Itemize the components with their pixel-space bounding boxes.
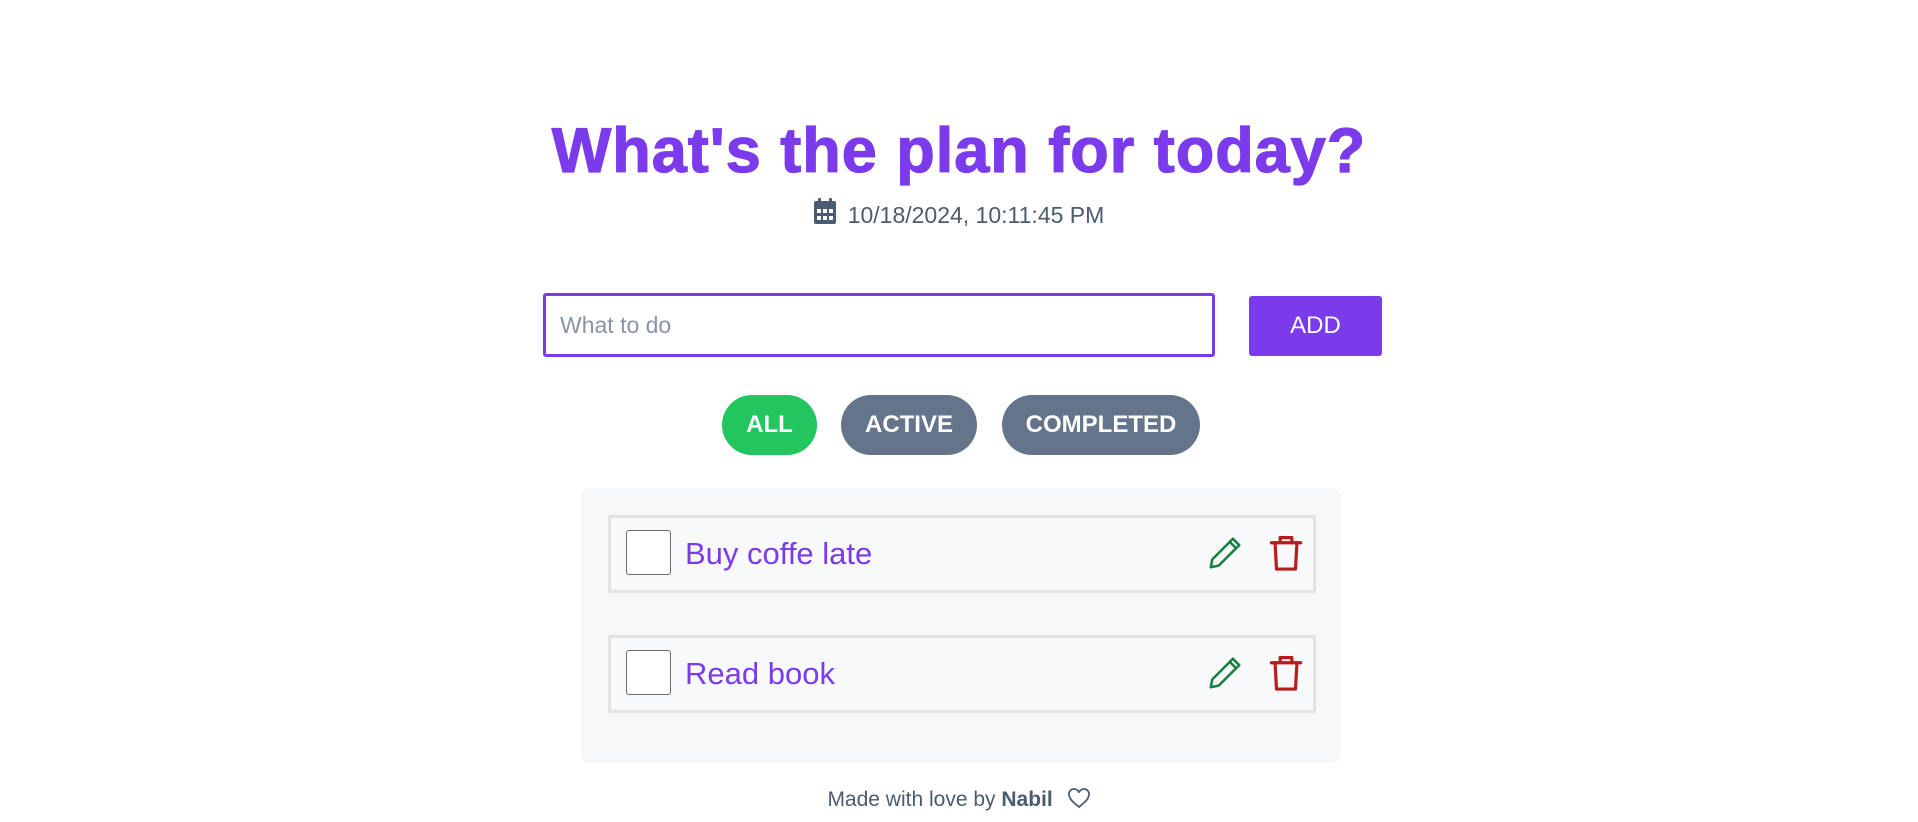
trash-icon[interactable] xyxy=(1268,654,1304,692)
filter-active-button[interactable]: ACTIVE xyxy=(841,395,977,455)
todo-list: Buy coffe late Read book xyxy=(583,490,1339,761)
page-title: What's the plan for today? xyxy=(551,115,1367,186)
footer-author: Nabil xyxy=(1001,788,1053,811)
filter-all-button[interactable]: ALL xyxy=(722,395,817,455)
footer: Made with love by Nabil xyxy=(0,787,1918,813)
todo-checkbox[interactable] xyxy=(626,530,671,575)
todo-item: Read book xyxy=(608,635,1316,713)
todo-checkbox[interactable] xyxy=(626,650,671,695)
todo-text: Buy coffe late xyxy=(685,536,873,571)
todo-app: What's the plan for today? 10/18/2024, 1… xyxy=(0,0,1918,822)
datetime-text: 10/18/2024, 10:11:45 PM xyxy=(847,202,1105,228)
calendar-icon xyxy=(813,198,836,224)
todo-input[interactable] xyxy=(543,293,1215,357)
heart-icon xyxy=(1067,788,1090,808)
todo-item: Buy coffe late xyxy=(608,515,1316,593)
pencil-icon[interactable] xyxy=(1206,534,1244,572)
footer-text: Made with love by xyxy=(827,788,996,811)
trash-icon[interactable] xyxy=(1268,534,1304,572)
add-button[interactable]: ADD xyxy=(1249,296,1382,356)
filter-completed-button[interactable]: COMPLETED xyxy=(1002,395,1200,455)
pencil-icon[interactable] xyxy=(1206,654,1244,692)
todo-text: Read book xyxy=(685,656,835,691)
current-datetime: 10/18/2024, 10:11:45 PM xyxy=(0,198,1918,230)
